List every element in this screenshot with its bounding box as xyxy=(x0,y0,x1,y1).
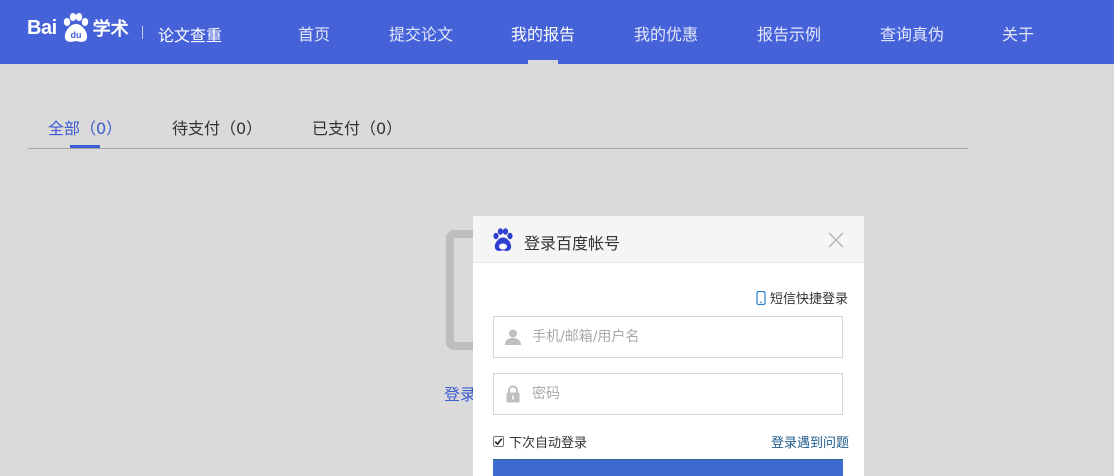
tab-paid[interactable]: 已支付（0） xyxy=(312,115,402,139)
password-input[interactable] xyxy=(532,374,832,414)
lock-icon xyxy=(506,385,520,403)
top-nav-bar: Bai du 学术 论文查重 首页 提交论文 我的报告 我的优惠 报告示例 查询… xyxy=(0,0,1114,64)
baidu-paw-icon: du xyxy=(63,13,88,42)
username-field[interactable] xyxy=(493,316,843,358)
tab-all[interactable]: 全部（0） xyxy=(48,115,122,139)
tab-pending-payment[interactable]: 待支付（0） xyxy=(172,115,262,139)
username-input[interactable] xyxy=(532,317,832,357)
auto-login-checkbox[interactable] xyxy=(493,436,504,447)
nav-about[interactable]: 关于 xyxy=(1002,21,1034,45)
password-field[interactable] xyxy=(493,373,843,415)
tabs-divider xyxy=(28,148,968,149)
sms-quick-login-link[interactable]: 短信快捷登录 xyxy=(756,288,848,307)
nav-active-indicator xyxy=(528,60,558,64)
empty-login-link[interactable]: 登录 xyxy=(444,381,476,405)
checkmark-icon xyxy=(494,438,503,446)
nav-report-sample[interactable]: 报告示例 xyxy=(757,21,821,45)
close-icon[interactable] xyxy=(827,231,845,249)
nav-home[interactable]: 首页 xyxy=(298,21,330,45)
login-button[interactable] xyxy=(493,459,843,476)
logo-text-bai: Bai xyxy=(27,16,57,39)
login-trouble-link[interactable]: 登录遇到问题 xyxy=(771,432,849,451)
dialog-header: 登录百度帐号 xyxy=(473,216,864,263)
nav-my-reports[interactable]: 我的报告 xyxy=(511,21,575,45)
baidu-xueshu-logo[interactable]: Bai du 学术 xyxy=(27,8,129,48)
logo-paw-text: du xyxy=(70,30,81,40)
mobile-phone-icon xyxy=(756,290,766,305)
user-icon xyxy=(505,329,521,345)
nav-my-offers[interactable]: 我的优惠 xyxy=(634,21,698,45)
logo-text-xueshu: 学术 xyxy=(92,19,129,40)
sms-quick-login-label: 短信快捷登录 xyxy=(770,292,849,307)
nav-submit-paper[interactable]: 提交论文 xyxy=(389,21,453,45)
nav-verify-authenticity[interactable]: 查询真伪 xyxy=(880,21,944,45)
baidu-paw-icon xyxy=(493,228,513,251)
dialog-title: 登录百度帐号 xyxy=(524,234,621,253)
auto-login-option[interactable]: 下次自动登录 xyxy=(493,432,587,451)
login-dialog: 登录百度帐号 短信快捷登录 下次自动 xyxy=(473,216,864,476)
auto-login-label: 下次自动登录 xyxy=(509,436,588,451)
logo-subtitle: 论文查重 xyxy=(158,26,223,45)
logo-divider xyxy=(142,26,143,39)
